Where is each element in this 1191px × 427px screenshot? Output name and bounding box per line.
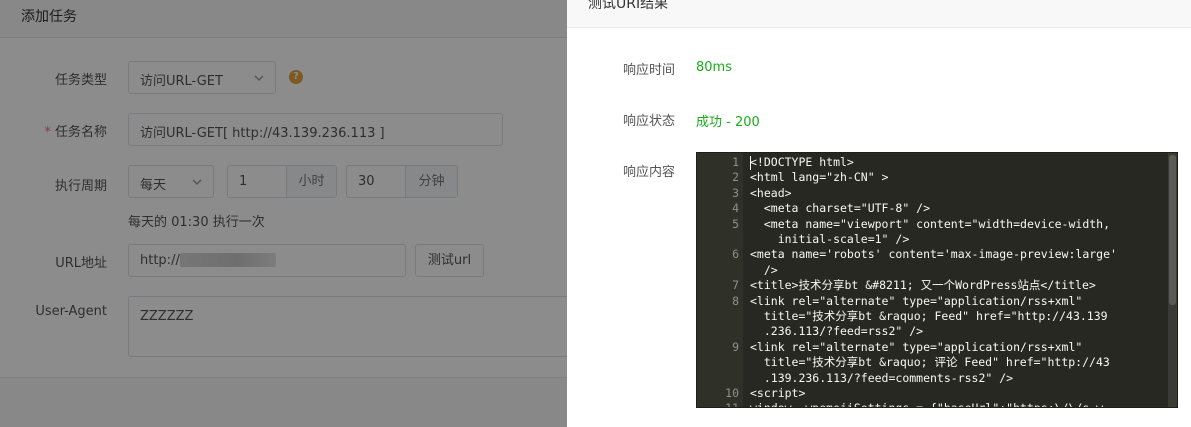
line-text: <link rel="alternate" type="application/… — [750, 339, 1083, 354]
response-status-label: 响应状态 — [622, 114, 675, 129]
line-text: <meta name="viewport" content="width=dev… — [750, 216, 1111, 231]
scrollbar-thumb[interactable] — [1169, 155, 1176, 305]
response-content-label: 响应内容 — [622, 165, 675, 180]
line-number: 6 — [732, 247, 739, 262]
modal-overlay[interactable] — [0, 0, 567, 427]
line-text: .236.113/?feed=rss2" /> — [750, 324, 924, 339]
code-line: 8 <link rel="alternate" type="application… — [697, 293, 1169, 309]
line-number: 9 — [732, 339, 739, 354]
code-line: 2 <html lang="zh-CN" > — [697, 169, 1169, 185]
code-line: title="技术分享bt &raquo; 评论 Feed" href="htt… — [697, 354, 1169, 370]
response-time-label: 响应时间 — [622, 63, 675, 78]
code-line: .139.236.113/?feed=comments-rss2" /> — [697, 370, 1169, 386]
drawer-header: 测试URI结果 — [567, 0, 1191, 28]
code-line: 9 <link rel="alternate" type="application… — [697, 339, 1169, 355]
line-text: <html lang="zh-CN" > — [750, 170, 889, 185]
response-time-value: 80ms — [696, 60, 732, 75]
code-line: 11 window._wpemojiSettings = {"baseUrl":"… — [697, 400, 1169, 407]
line-text: title="技术分享bt &raquo; 评论 Feed" href="htt… — [750, 355, 1110, 370]
drawer-title: 测试URI结果 — [588, 0, 669, 12]
code-scrollbar[interactable] — [1168, 153, 1177, 407]
line-number: 7 — [732, 278, 739, 293]
line-text: <meta name='robots' content='max-image-p… — [750, 247, 1117, 262]
code-line: 5 <meta name="viewport" content="width=d… — [697, 216, 1169, 232]
line-number: 1 — [732, 155, 739, 169]
test-result-drawer: 测试URI结果 响应时间 80ms 响应状态 成功 - 200 响应内容 1 <!… — [567, 0, 1191, 427]
code-line: /> — [697, 262, 1169, 278]
code-line: 1 <!DOCTYPE html> — [697, 154, 1169, 170]
line-number: 5 — [732, 216, 739, 231]
text-cursor — [750, 156, 751, 170]
line-text: title="技术分享bt &raquo; Feed" href="http:/… — [750, 309, 1108, 323]
line-number: 8 — [732, 293, 739, 308]
response-status-value: 成功 - 200 — [696, 115, 760, 130]
code-line: 10 <script> — [697, 385, 1169, 401]
code-line: 7 <title>技术分享bt &#8211; 又一个WordPress站点</t… — [697, 277, 1169, 293]
line-text: <!DOCTYPE html> — [750, 155, 854, 169]
code-line: initial-scale=1" /> — [697, 231, 1169, 247]
code-line: title="技术分享bt &raquo; Feed" href="http:/… — [697, 308, 1169, 324]
line-text: <title>技术分享bt &#8211; 又一个WordPress站点</ti… — [750, 278, 1096, 293]
line-number: 11 — [697, 400, 739, 407]
line-text: initial-scale=1" /> — [750, 232, 910, 246]
line-number: 4 — [732, 201, 739, 216]
code-line: 4 <meta charset="UTF-8" /> — [697, 200, 1169, 216]
line-text: <head> — [750, 185, 792, 200]
line-text: window._wpemojiSettings = {"baseUrl":"ht… — [750, 400, 1103, 407]
line-text: <script> — [750, 386, 806, 400]
response-code-viewer[interactable]: 1 <!DOCTYPE html> 2 <html lang="zh-CN" > 3 <h… — [696, 152, 1178, 408]
code-line: 6 <meta name='robots' content='max-image-… — [697, 246, 1169, 262]
line-number: 3 — [732, 185, 739, 200]
line-text: /> — [750, 262, 778, 277]
line-text: <meta charset="UTF-8" /> — [750, 201, 931, 216]
code-line: .236.113/?feed=rss2" /> — [697, 323, 1169, 339]
line-number: 10 — [725, 386, 739, 400]
line-text: <link rel="alternate" type="application/… — [750, 293, 1083, 308]
line-text: .139.236.113/?feed=comments-rss2" /> — [750, 370, 1014, 385]
code-line: 3 <head> — [697, 185, 1169, 201]
line-number: 2 — [732, 170, 739, 185]
